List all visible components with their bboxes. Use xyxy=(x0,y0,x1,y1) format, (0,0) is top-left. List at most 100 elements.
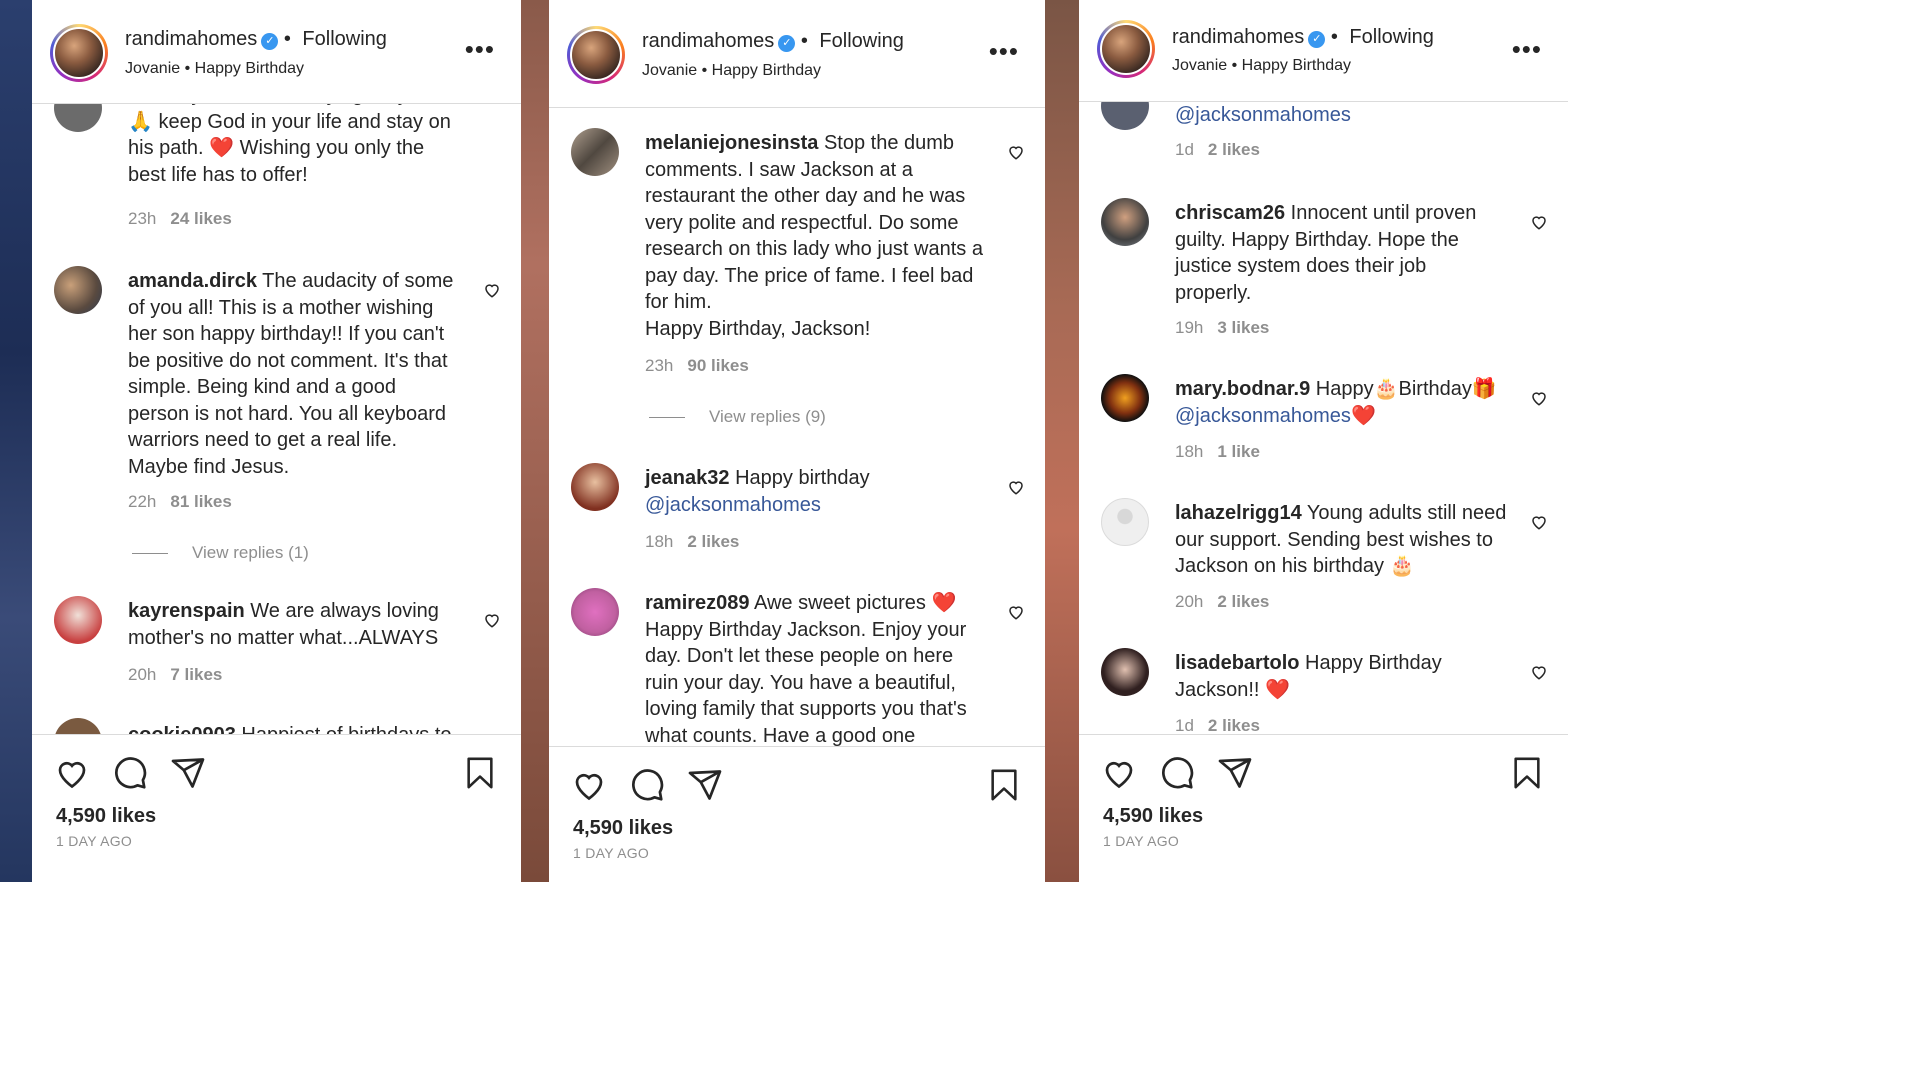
following-button[interactable]: Following xyxy=(1349,26,1433,48)
heart-icon[interactable] xyxy=(1530,389,1548,407)
heart-icon[interactable] xyxy=(571,767,607,803)
post-header: randimahomes ✓ • Following Jovanie • Happ… xyxy=(1079,0,1568,102)
comment-text: mary.bodnar.9 Happy🎂Birthday🎁 @jacksonmah… xyxy=(1175,378,1497,427)
mention-link[interactable]: @jacksonmahomes xyxy=(645,494,821,516)
post-actions-footer: 4,590 likes 1 DAY AGO xyxy=(549,746,1045,882)
instagram-post-panel-2: randimahomes ✓ • Following Jovanie • Happ… xyxy=(549,0,1045,882)
comment-text: lahazelrigg14 Young adults still need ou… xyxy=(1175,502,1507,577)
bookmark-icon[interactable] xyxy=(1510,755,1544,791)
heart-icon[interactable] xyxy=(1101,755,1137,791)
commenter-avatar[interactable] xyxy=(1101,374,1149,422)
profile-avatar[interactable] xyxy=(567,26,625,84)
mention-link[interactable]: @jacksonmahomes xyxy=(1175,104,1351,126)
comment-text: melaniejonesinsta Stop the dumb comments… xyxy=(645,132,983,340)
username-link[interactable]: randimahomes xyxy=(125,28,257,50)
heart-icon[interactable] xyxy=(1007,478,1025,496)
commenter-avatar[interactable] xyxy=(571,463,619,511)
send-icon[interactable] xyxy=(170,755,206,791)
comments-list[interactable]: melaniejonesinsta Stop the dumb comments… xyxy=(549,108,1045,746)
post-actions-footer: 4,590 likes 1 DAY AGO xyxy=(1079,734,1568,876)
username-link[interactable]: randimahomes xyxy=(1172,26,1304,48)
commenter-avatar[interactable] xyxy=(1101,102,1149,130)
username-link[interactable]: randimahomes xyxy=(642,30,774,52)
more-options-icon[interactable]: ••• xyxy=(1512,34,1542,65)
view-replies-link[interactable]: View replies (9) xyxy=(649,407,826,427)
more-options-icon[interactable]: ••• xyxy=(465,34,495,65)
comment-text: Birthday, Jackson! Praying for you, 🙏 ke… xyxy=(128,104,451,186)
view-replies-link[interactable]: View replies (1) xyxy=(132,543,309,563)
post-likes-count[interactable]: 4,590 likes xyxy=(573,817,673,840)
comment-text: jeanak32 Happy birthday @jacksonmahomes xyxy=(645,467,870,516)
profile-avatar[interactable] xyxy=(50,24,108,82)
following-button[interactable]: Following xyxy=(819,30,903,52)
mention-link[interactable]: @jacksonmahomes xyxy=(1175,405,1351,427)
commenter-avatar[interactable] xyxy=(1101,648,1149,696)
comments-list[interactable]: @jacksonmahomes 1d 2 likes chriscam26 Inn… xyxy=(1079,102,1568,734)
comments-list[interactable]: Birthday, Jackson! Praying for you, 🙏 ke… xyxy=(32,104,521,736)
send-icon[interactable] xyxy=(1217,755,1253,791)
comment-item: lisadebartolo Happy Birthday Jackson!! ❤… xyxy=(1079,648,1568,734)
comment-username[interactable]: lahazelrigg14 xyxy=(1175,502,1302,524)
comment-item: jeanak32 Happy birthday @jacksonmahomes 1… xyxy=(549,463,1045,563)
more-options-icon[interactable]: ••• xyxy=(989,36,1019,67)
profile-avatar[interactable] xyxy=(1097,20,1155,78)
comment-icon[interactable] xyxy=(629,767,665,803)
commenter-avatar[interactable] xyxy=(571,128,619,176)
comment-meta: 22h 81 likes xyxy=(128,492,232,511)
heart-icon[interactable] xyxy=(1530,213,1548,231)
heart-icon[interactable] xyxy=(1530,663,1548,681)
comment-meta: 18h 1 like xyxy=(1175,442,1260,461)
comment-username[interactable]: melaniejonesinsta xyxy=(645,132,818,154)
default-avatar-icon[interactable] xyxy=(1101,498,1149,546)
post-timestamp: 1 DAY AGO xyxy=(56,833,133,849)
comment-username[interactable]: amanda.dirck xyxy=(128,270,257,292)
heart-icon[interactable] xyxy=(1007,143,1025,161)
background-strip-right xyxy=(1045,0,1079,882)
comment-item: kayrenspain We are always loving mother'… xyxy=(32,596,521,706)
comment-username[interactable]: ramirez089 xyxy=(645,592,750,614)
comment-meta: 19h 3 likes xyxy=(1175,318,1270,337)
comment-icon[interactable] xyxy=(112,755,148,791)
background-strip-left xyxy=(0,0,32,882)
comment-item: @jacksonmahomes 1d 2 likes xyxy=(1079,102,1568,172)
comment-username[interactable]: kayrenspain xyxy=(128,600,245,622)
post-likes-count[interactable]: 4,590 likes xyxy=(1103,805,1203,828)
comment-meta: 20h 7 likes xyxy=(128,665,223,684)
post-likes-count[interactable]: 4,590 likes xyxy=(56,805,156,828)
header-subtitle: Jovanie • Happy Birthday xyxy=(1172,57,1352,74)
comment-username[interactable]: lisadebartolo xyxy=(1175,652,1299,674)
header-subtitle: Jovanie • Happy Birthday xyxy=(125,60,305,77)
heart-icon[interactable] xyxy=(483,611,501,629)
post-timestamp: 1 DAY AGO xyxy=(1103,833,1180,849)
post-header: randimahomes ✓ • Following Jovanie • Happ… xyxy=(32,0,521,104)
commenter-avatar[interactable] xyxy=(54,596,102,644)
comment-username[interactable]: chriscam26 xyxy=(1175,202,1285,224)
header-username-row: randimahomes ✓ • Following xyxy=(1172,26,1434,48)
heart-icon[interactable] xyxy=(483,281,501,299)
comment-item: mary.bodnar.9 Happy🎂Birthday🎁 @jacksonmah… xyxy=(1079,374,1568,474)
comment-item: ramirez089 Awe sweet pictures ❤️ Happy Bi… xyxy=(549,588,1045,746)
heart-icon[interactable] xyxy=(54,755,90,791)
comment-item: Birthday, Jackson! Praying for you, 🙏 ke… xyxy=(32,104,521,228)
bookmark-icon[interactable] xyxy=(463,755,497,791)
comment-icon[interactable] xyxy=(1159,755,1195,791)
comment-username[interactable]: mary.bodnar.9 xyxy=(1175,378,1310,400)
heart-icon[interactable] xyxy=(1530,513,1548,531)
heart-icon[interactable] xyxy=(1007,603,1025,621)
comment-username[interactable]: jeanak32 xyxy=(645,467,730,489)
comment-meta: 1d 2 likes xyxy=(1175,140,1260,159)
post-actions-footer: 4,590 likes 1 DAY AGO xyxy=(32,734,521,880)
post-timestamp: 1 DAY AGO xyxy=(573,845,650,861)
comment-meta: 18h 2 likes xyxy=(645,532,740,551)
commenter-avatar[interactable] xyxy=(1101,198,1149,246)
send-icon[interactable] xyxy=(687,767,723,803)
verified-badge-icon: ✓ xyxy=(1308,31,1326,48)
commenter-avatar[interactable] xyxy=(54,104,102,132)
following-button[interactable]: Following xyxy=(302,28,386,50)
commenter-avatar[interactable] xyxy=(571,588,619,636)
commenter-avatar[interactable] xyxy=(54,266,102,314)
comment-meta: 1d 2 likes xyxy=(1175,716,1260,734)
comment-text: amanda.dirck The audacity of some of you… xyxy=(128,270,454,478)
comment-item: melaniejonesinsta Stop the dumb comments… xyxy=(549,128,1045,448)
bookmark-icon[interactable] xyxy=(987,767,1021,803)
